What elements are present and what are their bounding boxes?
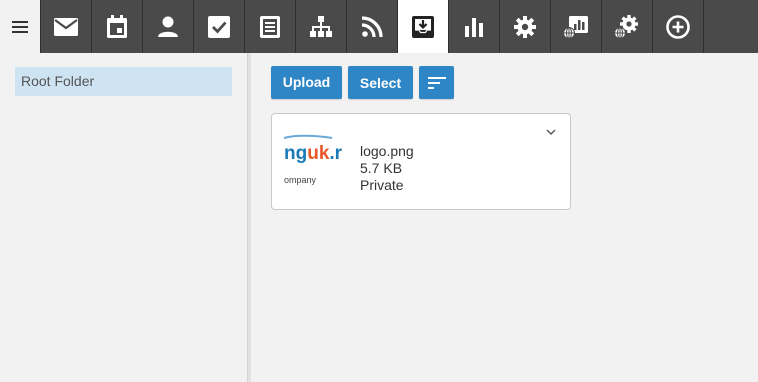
calendar-icon (107, 14, 127, 38)
calendar-button[interactable] (92, 0, 143, 53)
documents-button[interactable] (245, 0, 296, 53)
checkbox-icon (208, 15, 230, 38)
person-icon (158, 16, 178, 37)
file-size: 5.7 KB (360, 160, 403, 176)
web-settings-icon (614, 14, 638, 39)
menu-button[interactable] (0, 0, 41, 53)
sort-button[interactable] (419, 66, 454, 99)
menu-icon (12, 20, 28, 33)
folder-item-root[interactable]: Root Folder (15, 67, 232, 96)
top-toolbar (0, 0, 758, 53)
reports-button[interactable] (449, 0, 500, 53)
file-name: logo.png (360, 143, 414, 159)
mail-icon (54, 17, 78, 36)
logo-thumbnail-image: nguk.r ompany (284, 134, 343, 185)
logo-thumbnail-text: nguk.r (284, 143, 343, 164)
add-circle-icon (666, 14, 690, 39)
files-button[interactable] (398, 0, 449, 53)
contacts-button[interactable] (143, 0, 194, 53)
folder-sidebar: Root Folder (0, 53, 247, 382)
tasks-button[interactable] (194, 0, 245, 53)
chevron-down-icon[interactable] (546, 128, 556, 136)
gear-icon (514, 15, 536, 38)
sitemap-button[interactable] (296, 0, 347, 53)
rss-icon (361, 15, 383, 37)
file-details: logo.png 5.7 KB Private (360, 143, 414, 194)
select-button[interactable]: Select (348, 66, 413, 99)
document-list-icon (260, 15, 280, 38)
upload-button[interactable]: Upload (271, 66, 342, 99)
bar-chart-icon (465, 17, 483, 37)
file-browser: Upload Select nguk.r ompany logo.png 5.7… (251, 53, 758, 382)
web-settings-button[interactable] (602, 0, 653, 53)
sort-icon (427, 76, 446, 89)
web-reports-button[interactable] (551, 0, 602, 53)
inbox-download-icon (412, 15, 434, 38)
logo-thumbnail-subtext: ompany (284, 175, 317, 185)
rss-button[interactable] (347, 0, 398, 53)
file-card[interactable]: nguk.r ompany logo.png 5.7 KB Private (271, 113, 571, 210)
sitemap-icon (310, 15, 332, 37)
file-thumbnail: nguk.r ompany (284, 134, 356, 190)
add-button[interactable] (653, 0, 704, 53)
settings-button[interactable] (500, 0, 551, 53)
mail-button[interactable] (41, 0, 92, 53)
file-visibility: Private (360, 177, 404, 193)
web-report-icon (563, 15, 588, 39)
